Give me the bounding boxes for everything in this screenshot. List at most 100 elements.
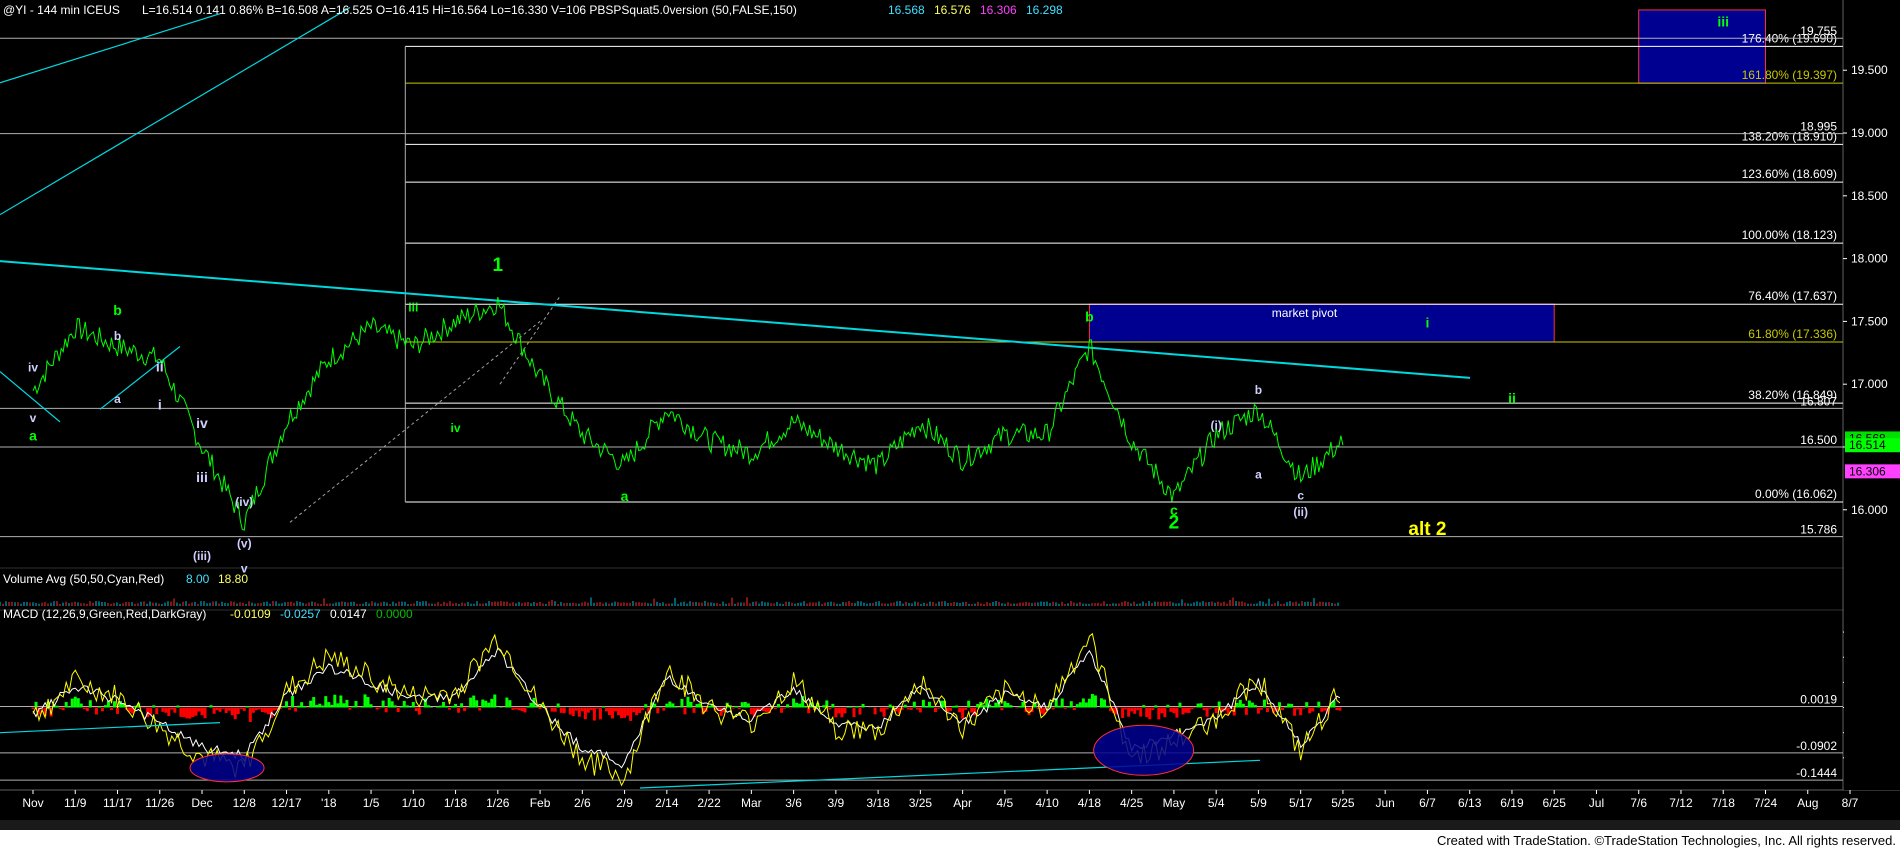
- volume-title: Volume Avg (50,50,Cyan,Red): [3, 572, 164, 586]
- fibonacci-levels: 176.40% (19.690)161.80% (19.397)138.20% …: [0, 24, 1843, 538]
- y-tick-label-4: 17.500: [1851, 314, 1888, 328]
- wave-label-26: a: [1255, 467, 1262, 481]
- x-tick-label-28: 5/4: [1208, 796, 1225, 810]
- x-tick-label-41: 7/24: [1754, 796, 1778, 810]
- x-tick-label-12: Feb: [530, 796, 551, 810]
- level-label-2: 16.807: [1800, 394, 1837, 408]
- x-tick-label-4: Dec: [191, 796, 212, 810]
- x-tick-label-24: 4/10: [1035, 796, 1059, 810]
- scrollbar-track: [0, 820, 1900, 830]
- wave-label-12: iv: [451, 421, 461, 435]
- dotted-guide-1: [289, 321, 541, 523]
- wave-label-10: alt 2: [1408, 519, 1446, 540]
- x-tick-label-27: May: [1163, 796, 1186, 810]
- target-zones: market pivot: [1088, 9, 1766, 343]
- header-level-2: 16.576: [934, 3, 971, 17]
- axes: 19.500 19.000 18.500 18.000 17.500 17.000 16.5…: [0, 0, 1900, 850]
- wave-label-9: iii: [1717, 13, 1729, 29]
- x-tick-label-19: 3/9: [828, 796, 845, 810]
- fib-label-1: 161.80% (19.397): [1742, 68, 1837, 82]
- y-tick-label-1: 19.000: [1851, 126, 1888, 140]
- wave-label-22: (iii): [193, 549, 211, 563]
- wave-label-23: (v): [237, 536, 252, 550]
- y-tick-label-2: 18.500: [1851, 189, 1888, 203]
- wave-label-6: c: [1170, 502, 1178, 518]
- x-tick-label-1: 11/9: [64, 796, 87, 810]
- wave-labels: 12bbaaciiiiiialt 2iiiivivvbaiiiiviii(iv)…: [28, 13, 1729, 575]
- wave-label-27: b: [1255, 383, 1262, 397]
- x-tick-label-37: Jul: [1589, 796, 1604, 810]
- chart-canvas[interactable]: market pivot 176.40% (19.690)161.80% (19…: [0, 0, 1900, 850]
- wave-label-18: i: [158, 396, 162, 412]
- wave-label-4: a: [29, 428, 37, 444]
- header-level-4: 16.298: [1026, 3, 1063, 17]
- x-tick-label-5: 12/8: [233, 796, 257, 810]
- x-tick-label-14: 2/9: [616, 796, 633, 810]
- macd-trend-1: [0, 722, 221, 734]
- wave-label-11: iii: [408, 300, 418, 314]
- macd-level-label-1: -0.0902: [1796, 739, 1837, 753]
- price-axis-bg: [1844, 0, 1900, 790]
- wave-label-5: a: [621, 488, 629, 504]
- wave-label-20: iii: [196, 469, 208, 485]
- x-tick-label-36: 6/25: [1543, 796, 1567, 810]
- macd-level-label-0: 0.0019: [1800, 693, 1837, 707]
- wave-label-29: (ii): [1293, 505, 1308, 519]
- x-tick-label-21: 3/25: [909, 796, 933, 810]
- y-tick-label-3: 18.000: [1851, 252, 1888, 266]
- macd-value-1: -0.0109: [230, 607, 271, 621]
- wave-label-13: iv: [28, 361, 38, 375]
- macd-divergence-ellipse-2: [1093, 724, 1195, 776]
- x-tick-label-16: 2/22: [697, 796, 721, 810]
- header-overlay: @YI - 144 min ICEUS L=16.514 0.141 0.86%…: [3, 3, 1896, 848]
- wave-label-8: ii: [1508, 390, 1516, 406]
- x-tick-label-13: 2/6: [574, 796, 591, 810]
- x-tick-label-20: 3/18: [866, 796, 890, 810]
- header-level-1: 16.568: [888, 3, 925, 17]
- x-tick-label-7: '18: [321, 796, 337, 810]
- wave-label-15: b: [114, 329, 121, 343]
- tradestation-chart-window: market pivot 176.40% (19.690) 161.80% (19…: [0, 0, 1900, 850]
- wave-label-7: i: [1425, 315, 1429, 331]
- x-tick-label-11: 1/26: [486, 796, 510, 810]
- x-tick-label-6: 12/17: [272, 796, 302, 810]
- price-tag-1: 16.514: [1849, 438, 1886, 452]
- x-tick-label-34: 6/13: [1458, 796, 1482, 810]
- x-tick-label-32: Jun: [1376, 796, 1395, 810]
- grid-lines: [0, 0, 1900, 791]
- x-tick-label-8: 1/5: [363, 796, 380, 810]
- y-tick-label-7: 16.000: [1851, 503, 1888, 517]
- symbol-stats: L=16.514 0.141 0.86% B=16.508 A=16.525 O…: [142, 3, 797, 17]
- macd-panel: 0.0019-0.0902-0.14440.15000.10000.05000.…: [0, 625, 1900, 789]
- wave-label-0: 1: [493, 255, 504, 276]
- x-tick-label-3: 11/26: [145, 796, 174, 810]
- x-tick-label-40: 7/18: [1712, 796, 1736, 810]
- fib-label-6: 61.80% (17.336): [1748, 327, 1837, 341]
- wave-label-14: v: [30, 411, 37, 425]
- x-tick-label-42: Aug: [1797, 796, 1818, 810]
- x-tick-label-15: 2/14: [655, 796, 679, 810]
- x-tick-label-33: 6/7: [1419, 796, 1436, 810]
- wave-label-21: (iv): [235, 495, 253, 509]
- x-tick-label-30: 5/17: [1289, 796, 1313, 810]
- fib-label-3: 123.60% (18.609): [1742, 167, 1837, 181]
- footer-credit: Created with TradeStation. ©TradeStation…: [1437, 833, 1896, 848]
- macd-level-label-2: -0.1444: [1796, 766, 1837, 780]
- macd-value-3: 0.0147: [330, 607, 367, 621]
- x-tick-label-31: 5/25: [1331, 796, 1355, 810]
- symbol-title: @YI - 144 min ICEUS: [3, 3, 120, 17]
- x-tick-label-0: Nov: [22, 796, 43, 810]
- wave-label-19: iv: [196, 415, 208, 431]
- volume-value-1: 8.00: [186, 572, 210, 586]
- wave-label-17: ii: [156, 359, 164, 375]
- x-tick-label-2: 11/17: [103, 796, 132, 810]
- x-tick-label-10: 1/18: [444, 796, 468, 810]
- x-tick-label-17: Mar: [741, 796, 762, 810]
- dotted-guide-2: [499, 295, 561, 385]
- market-pivot-label: market pivot: [1272, 306, 1338, 320]
- channel-line-1: [0, 13, 221, 84]
- macd-title: MACD (12,26,9,Green,Red,DarkGray): [3, 607, 206, 621]
- price-tag-2: 16.306: [1849, 464, 1886, 478]
- x-tick-label-39: 7/12: [1669, 796, 1693, 810]
- fib-label-5: 76.40% (17.637): [1748, 289, 1837, 303]
